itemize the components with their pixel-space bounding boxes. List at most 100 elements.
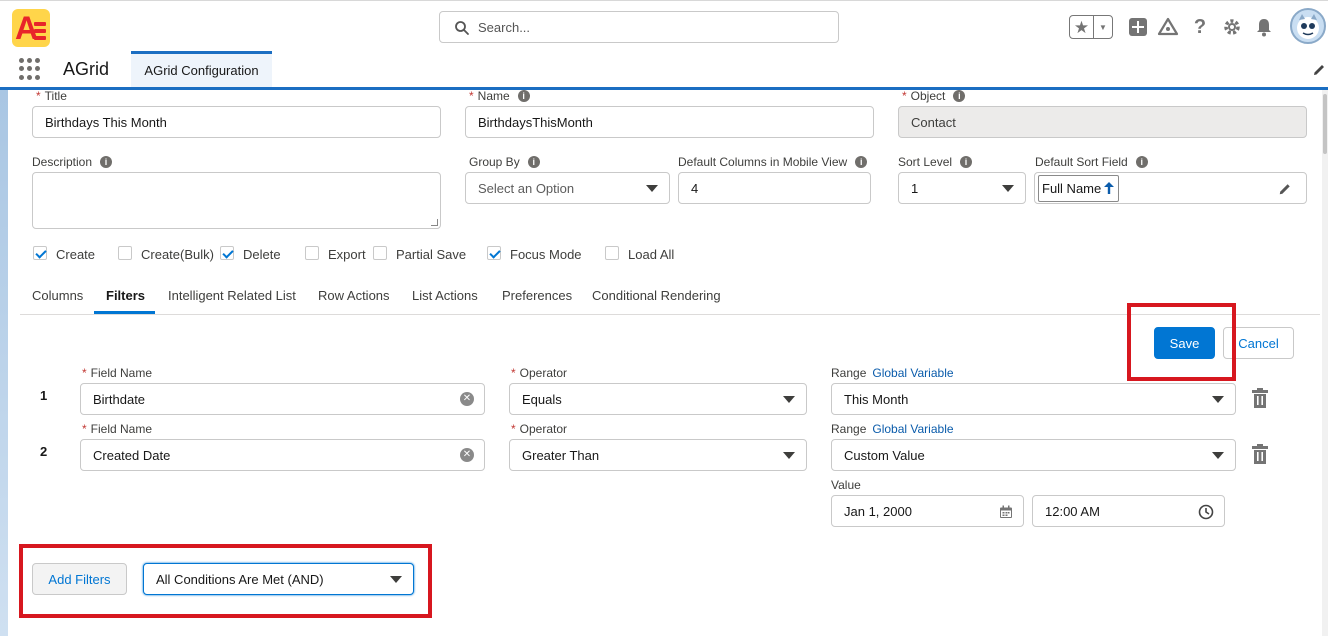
delete-checkbox-label: Delete <box>243 247 281 262</box>
config-tabset: Columns Filters Intelligent Related List… <box>20 281 1320 315</box>
default-sort-field-label: Default Sort Field i <box>1035 155 1148 169</box>
setup-gear-icon[interactable] <box>1221 16 1243 38</box>
info-icon[interactable]: i <box>1135 156 1148 168</box>
favorites-star-icon[interactable]: ★ <box>1070 16 1094 38</box>
search-input[interactable] <box>478 13 828 41</box>
calendar-icon[interactable] <box>999 505 1013 519</box>
highlight-box-filters <box>19 544 432 618</box>
create-checkbox[interactable] <box>33 246 47 260</box>
sort-level-label: Sort Level i <box>898 155 973 169</box>
range-label: Range Global Variable <box>831 366 954 380</box>
tab-preferences[interactable]: Preferences <box>502 288 572 303</box>
name-label: * Name i <box>469 89 530 103</box>
tab-filters[interactable]: Filters <box>106 288 145 303</box>
info-icon[interactable]: i <box>855 156 868 168</box>
sort-ascending-arrow-icon[interactable] <box>1103 181 1115 195</box>
create-bulk-checkbox[interactable] <box>118 246 132 260</box>
delete-checkbox[interactable] <box>220 246 234 260</box>
range-label: Range Global Variable <box>831 422 954 436</box>
filter-operator-select[interactable]: Greater Than <box>509 439 807 471</box>
chevron-down-icon <box>783 396 795 403</box>
tab-row-actions[interactable]: Row Actions <box>318 288 390 303</box>
field-name-label: * Field Name <box>82 422 153 436</box>
active-tab-indicator <box>94 311 155 314</box>
info-icon[interactable]: i <box>100 156 113 168</box>
global-search[interactable] <box>439 11 839 43</box>
chevron-down-icon <box>1212 396 1224 403</box>
create-bulk-checkbox-label: Create(Bulk) <box>141 247 214 262</box>
page-scrollbar[interactable] <box>1322 90 1328 636</box>
highlight-box-save <box>1127 303 1236 381</box>
logo-letter: A <box>15 10 39 46</box>
edit-nav-pencil-icon[interactable] <box>1311 62 1327 78</box>
description-textarea[interactable] <box>32 172 441 229</box>
default-sort-field-input[interactable]: Full Name <box>1034 172 1307 204</box>
default-columns-mobile-label: Default Columns in Mobile View i <box>678 155 868 169</box>
clear-icon[interactable]: ✕ <box>460 392 474 406</box>
sort-level-select[interactable]: 1 <box>898 172 1026 204</box>
resize-handle-icon[interactable] <box>431 219 438 226</box>
search-icon <box>455 21 469 35</box>
delete-filter-trash-icon[interactable] <box>1250 443 1270 465</box>
tab-list-actions[interactable]: List Actions <box>412 288 478 303</box>
default-columns-mobile-input[interactable]: 4 <box>678 172 871 204</box>
global-header: A ★ ▼ ? <box>0 0 1328 52</box>
filter-time-input[interactable]: 12:00 AM <box>1032 495 1225 527</box>
operator-label: * Operator <box>511 422 568 436</box>
edit-pencil-icon[interactable] <box>1278 182 1292 196</box>
clear-icon[interactable]: ✕ <box>460 448 474 462</box>
operator-label: * Operator <box>511 366 568 380</box>
info-icon[interactable]: i <box>517 90 530 102</box>
add-icon[interactable] <box>1127 16 1149 38</box>
help-icon[interactable]: ? <box>1189 16 1211 38</box>
filter-date-input[interactable]: Jan 1, 2000 <box>831 495 1024 527</box>
tab-agrid-configuration[interactable]: AGrid Configuration <box>131 51 272 87</box>
name-input[interactable]: BirthdaysThisMonth <box>465 106 874 138</box>
info-icon[interactable]: i <box>953 90 966 102</box>
app-launcher-icon[interactable] <box>19 58 41 80</box>
trailhead-icon[interactable] <box>1157 16 1179 38</box>
filter-range-select[interactable]: Custom Value <box>831 439 1236 471</box>
object-input: Contact <box>898 106 1307 138</box>
tab-columns[interactable]: Columns <box>32 288 83 303</box>
group-by-select[interactable]: Select an Option <box>465 172 670 204</box>
notifications-bell-icon[interactable] <box>1253 16 1275 38</box>
filter-row-number: 2 <box>40 444 48 459</box>
filter-range-select[interactable]: This Month <box>831 383 1236 415</box>
chevron-down-icon <box>646 185 658 192</box>
tab-intelligent-related-list[interactable]: Intelligent Related List <box>168 288 296 303</box>
description-label: Description i <box>32 155 113 169</box>
partial-save-checkbox-label: Partial Save <box>396 247 467 262</box>
app-name: AGrid <box>63 59 110 79</box>
chevron-down-icon <box>783 452 795 459</box>
app-logo[interactable]: A <box>12 9 50 47</box>
info-icon[interactable]: i <box>960 156 973 168</box>
filter-field-name-input[interactable]: Birthdate ✕ <box>80 383 485 415</box>
filter-row-number: 1 <box>40 388 48 403</box>
focus-mode-checkbox-label: Focus Mode <box>510 247 582 262</box>
focus-mode-checkbox[interactable] <box>487 246 501 260</box>
chevron-down-icon <box>1002 185 1014 192</box>
global-variable-link[interactable]: Global Variable <box>872 422 953 436</box>
sort-field-pill[interactable]: Full Name <box>1038 174 1120 202</box>
load-all-checkbox-label: Load All <box>628 247 675 262</box>
global-variable-link[interactable]: Global Variable <box>872 366 953 380</box>
user-avatar[interactable] <box>1290 8 1326 44</box>
field-name-label: * Field Name <box>82 366 153 380</box>
export-checkbox[interactable] <box>305 246 319 260</box>
value-label: Value <box>831 478 861 492</box>
info-icon[interactable]: i <box>527 156 540 168</box>
favorites-button-group[interactable]: ★ ▼ <box>1069 15 1113 39</box>
load-all-checkbox[interactable] <box>605 246 619 260</box>
create-checkbox-label: Create <box>56 247 96 262</box>
title-input[interactable]: Birthdays This Month <box>32 106 441 138</box>
delete-filter-trash-icon[interactable] <box>1250 387 1270 409</box>
group-by-label: Group By i <box>469 155 540 169</box>
filter-operator-select[interactable]: Equals <box>509 383 807 415</box>
chevron-down-icon[interactable]: ▼ <box>1094 16 1112 38</box>
filter-field-name-input[interactable]: Created Date ✕ <box>80 439 485 471</box>
tab-conditional-rendering[interactable]: Conditional Rendering <box>592 288 721 303</box>
partial-save-checkbox[interactable] <box>373 246 387 260</box>
clock-icon[interactable] <box>1198 504 1214 520</box>
export-checkbox-label: Export <box>328 247 366 262</box>
